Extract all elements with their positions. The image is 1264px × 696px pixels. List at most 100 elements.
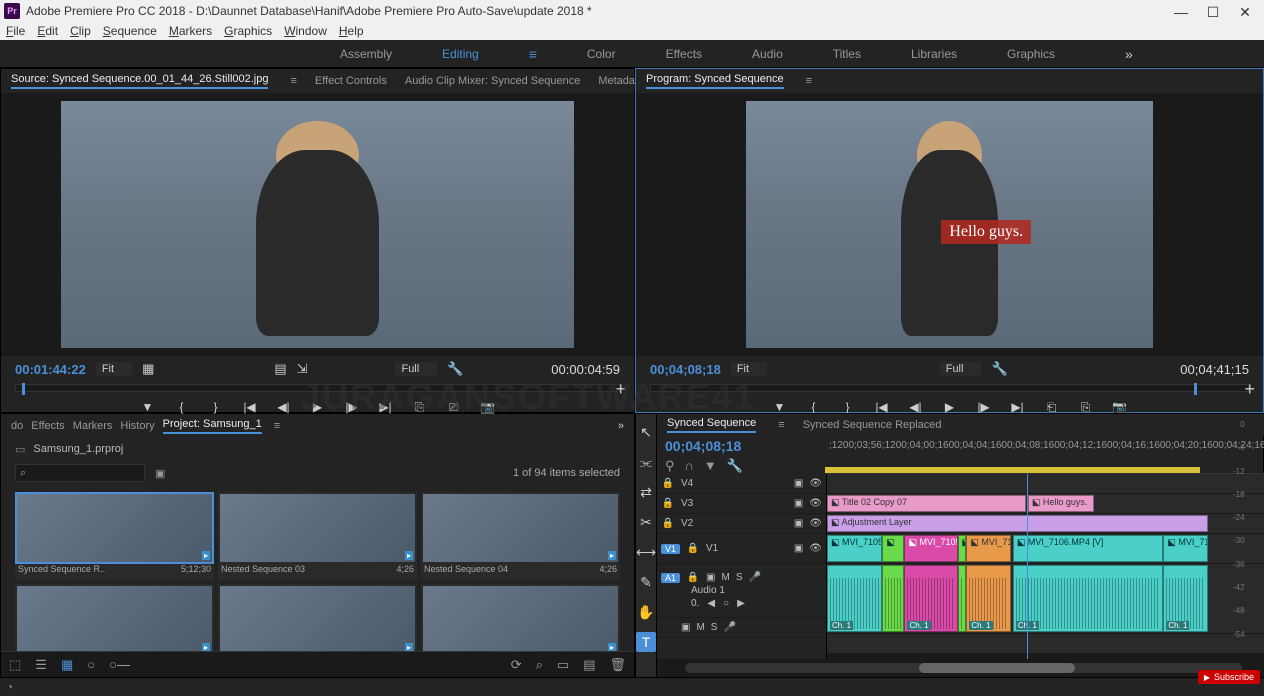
clip[interactable]: ⬕ Adjustment Layer — [827, 515, 1208, 532]
video-track-header[interactable]: 🔒V2▣👁 — [657, 514, 826, 534]
razor-tool-icon[interactable]: ✂ — [636, 512, 656, 532]
bin-icon[interactable]: ▣ — [155, 467, 165, 480]
zoom-slider[interactable]: ○⎯⎯ — [109, 657, 130, 673]
type-tool-icon[interactable]: T — [636, 632, 656, 652]
find-icon[interactable]: ⌕ — [536, 657, 543, 673]
tab-truncated[interactable]: do — [11, 420, 23, 432]
linked-selection-icon[interactable]: ∩ — [685, 458, 694, 474]
program-zoom-select[interactable]: Fit — [731, 362, 767, 376]
menu-markers[interactable]: Markers — [169, 24, 212, 38]
clip[interactable]: Ch. 1 — [827, 565, 882, 632]
tab-markers[interactable]: Markers — [73, 420, 113, 432]
tab-menu-icon[interactable]: ≡ — [778, 419, 784, 431]
tab-effects[interactable]: Effects — [31, 420, 64, 432]
workspace-audio[interactable]: Audio — [752, 43, 783, 65]
workspace-graphics[interactable]: Graphics — [1007, 43, 1055, 65]
bin-item[interactable]: ▸ — [421, 584, 620, 651]
tab-audio-mixer[interactable]: Audio Clip Mixer: Synced Sequence — [405, 75, 580, 87]
workspace-assembly[interactable]: Assembly — [340, 43, 392, 65]
lock-icon[interactable]: ⬚ — [9, 657, 21, 673]
timeline-timecode[interactable]: 00;04;08;18 — [665, 438, 825, 454]
search-input[interactable]: ⌕ — [15, 464, 145, 482]
menu-file[interactable]: File — [6, 24, 25, 38]
automate-icon[interactable]: ⟳ — [511, 657, 522, 673]
wrench-icon[interactable]: 🔧 — [447, 361, 463, 377]
menu-edit[interactable]: Edit — [37, 24, 58, 38]
workspace-libraries[interactable]: Libraries — [911, 43, 957, 65]
timeline-scrollbar[interactable] — [685, 663, 1242, 673]
source-zoom-select[interactable]: Fit — [96, 362, 132, 376]
menu-clip[interactable]: Clip — [70, 24, 91, 38]
overwrite-icon[interactable]: ⎚ — [446, 399, 462, 415]
program-scrubber[interactable] — [650, 384, 1249, 392]
track-row[interactable]: ⬕ Adjustment Layer — [827, 514, 1264, 534]
workspace-menu-icon[interactable]: ≡ — [529, 46, 537, 62]
icon-view-icon[interactable]: ▦ — [61, 657, 73, 673]
tab-effect-controls[interactable]: Effect Controls — [315, 75, 387, 87]
track-row[interactable] — [827, 474, 1264, 494]
go-out-icon[interactable]: ▶| — [378, 399, 394, 415]
minimize-button[interactable]: — — [1174, 4, 1188, 18]
play-icon[interactable]: ▶ — [310, 399, 326, 415]
wrench-icon[interactable]: 🔧 — [991, 361, 1007, 377]
new-item-icon[interactable]: ▤ — [583, 657, 595, 673]
bin-item[interactable]: ▸ — [218, 584, 417, 651]
source-tc-in[interactable]: 00:01:44:22 — [15, 362, 86, 377]
bin-item[interactable]: ▸Synced Sequence R..5;12;30 — [15, 492, 214, 580]
add-button-icon[interactable]: + — [615, 379, 626, 400]
slip-tool-icon[interactable]: ⟷ — [636, 542, 656, 562]
freeform-view-icon[interactable]: ○ — [87, 657, 95, 672]
drag-icon[interactable]: ⇲ — [297, 361, 308, 377]
step-fwd-icon[interactable]: |▶ — [344, 399, 360, 415]
selection-tool-icon[interactable]: ↖ — [636, 422, 656, 442]
clip[interactable]: ⬕ MVI_7105 — [904, 535, 957, 562]
snap-icon[interactable]: ⚲ — [665, 458, 675, 474]
maximize-button[interactable]: ☐ — [1206, 4, 1220, 18]
video-track-header[interactable]: 🔒V3▣👁 — [657, 494, 826, 514]
pen-tool-icon[interactable]: ✎ — [636, 572, 656, 592]
marker-icon[interactable]: ▼ — [140, 399, 156, 415]
workspace-editing[interactable]: Editing — [442, 43, 479, 65]
insert-icon[interactable]: ⎘ — [412, 399, 428, 415]
timeline-tab-2[interactable]: Synced Sequence Replaced — [803, 419, 942, 431]
source-scrubber[interactable] — [15, 384, 620, 392]
timeline-tab-1[interactable]: Synced Sequence — [667, 417, 756, 433]
clip[interactable]: Ch. 1 — [904, 565, 957, 632]
tab-menu-icon[interactable]: ≡ — [806, 75, 812, 87]
youtube-subscribe-button[interactable]: Subscribe — [1198, 670, 1260, 684]
clip[interactable]: ⬕ MVI_7106.M — [1163, 535, 1207, 562]
settings-icon[interactable]: 🔧 — [727, 458, 743, 474]
clip[interactable]: ⬕ Hello guys. — [1028, 495, 1094, 512]
track-row[interactable]: Ch. 1Ch. 1Ch. 1Ch. 1Ch. 1 — [827, 564, 1264, 634]
list-view-icon[interactable]: ☰ — [35, 657, 47, 673]
menu-window[interactable]: Window — [284, 24, 327, 38]
source-resolution-select[interactable]: Full — [395, 362, 437, 376]
go-in-icon[interactable]: |◀ — [242, 399, 258, 415]
source-video[interactable] — [61, 101, 574, 348]
tab-menu-icon[interactable]: ≡ — [290, 75, 296, 87]
clip[interactable]: Ch. 1 — [1163, 565, 1207, 632]
clip[interactable]: ⬕ MVI_710 — [966, 535, 1010, 562]
program-resolution-select[interactable]: Full — [940, 362, 982, 376]
bin-item[interactable]: ▸Nested Sequence 034;26 — [218, 492, 417, 580]
out-point-icon[interactable]: } — [208, 399, 224, 415]
trash-icon[interactable]: 🗑 — [609, 657, 626, 673]
ripple-tool-icon[interactable]: ⇄ — [636, 482, 656, 502]
tab-project[interactable]: Project: Samsung_1 — [163, 418, 262, 434]
clip[interactable]: ⬕ Title 02 Copy 07 — [827, 495, 1026, 512]
program-video[interactable]: Hello guys. — [746, 101, 1153, 348]
close-button[interactable]: ✕ — [1238, 4, 1252, 18]
clip[interactable]: ⬕ — [958, 535, 967, 562]
track-content[interactable]: ⬕ Title 02 Copy 07⬕ Hello guys.⬕ Adjustm… — [827, 474, 1264, 659]
program-tc-current[interactable]: 00;04;08;18 — [650, 362, 721, 377]
export-frame-icon[interactable]: 📷 — [480, 399, 496, 415]
grid-icon[interactable]: ▦ — [142, 361, 154, 377]
clip[interactable]: ⬕ — [882, 535, 904, 562]
video-track-header[interactable]: 🔒V4▣👁 — [657, 474, 826, 494]
clip[interactable] — [882, 565, 904, 632]
track-row[interactable]: ⬕ Title 02 Copy 07⬕ Hello guys. — [827, 494, 1264, 514]
marker-icon[interactable]: ▼ — [704, 458, 717, 474]
workspace-color[interactable]: Color — [587, 43, 616, 65]
track-row[interactable] — [827, 634, 1264, 654]
clip[interactable]: Ch. 1 — [966, 565, 1010, 632]
